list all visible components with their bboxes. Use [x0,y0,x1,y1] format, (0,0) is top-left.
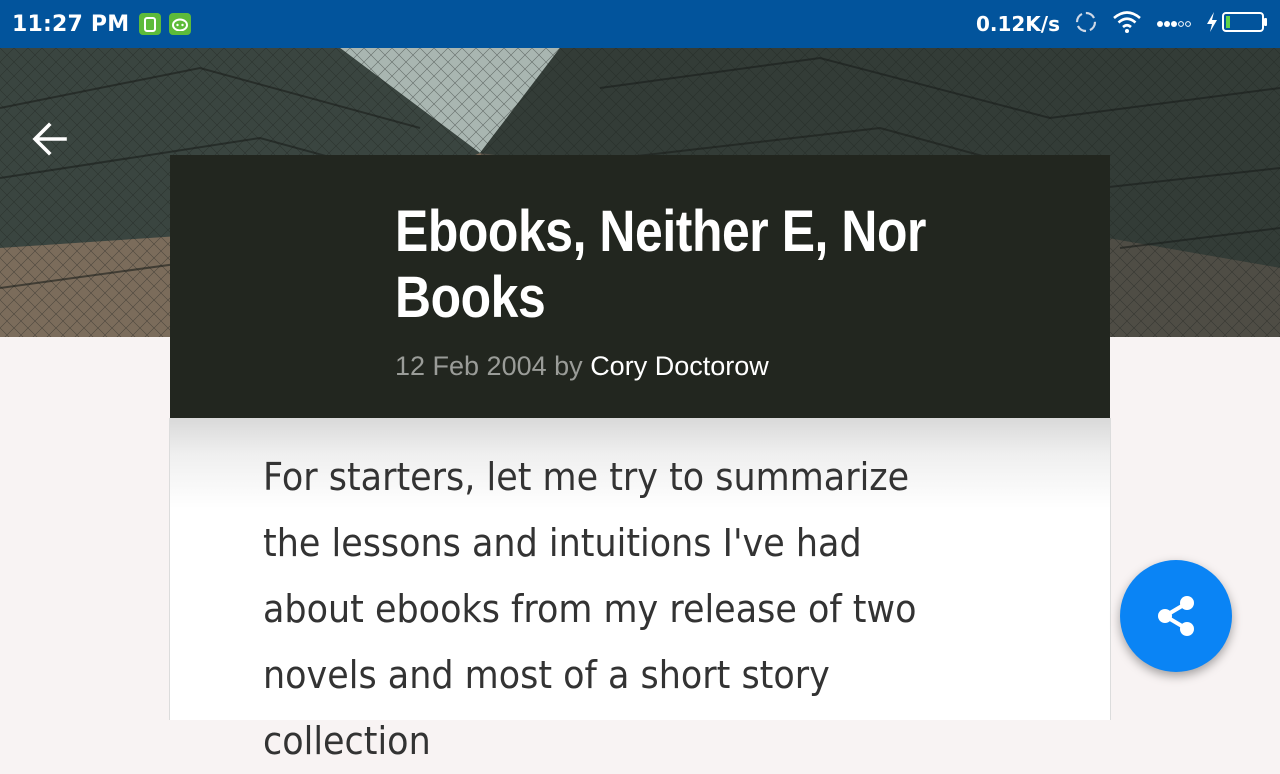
charging-icon [1206,11,1218,37]
network-speed: 0.12K/s [975,12,1060,36]
sim-notification-icon [139,13,162,35]
article-text: For starters, let me try to summarize th… [263,455,917,763]
author-link[interactable]: Cory Doctorow [590,351,769,381]
status-bar: 11:27 PM 0.12K/s [0,0,1280,48]
arrow-left-icon [32,122,67,156]
article-date: 12 Feb 2004 [395,351,547,381]
wifi-icon [1112,10,1142,38]
back-button[interactable] [32,122,80,166]
article-body: For starters, let me try to summarize th… [170,418,1110,763]
signal-icon [1156,15,1192,34]
sync-icon [1074,10,1098,38]
status-time: 11:27 PM [12,11,130,37]
article-byline: 12 Feb 2004 by Cory Doctorow [395,351,769,382]
byline-by: by [554,351,583,381]
share-button[interactable] [1120,560,1232,672]
share-icon [1158,596,1194,636]
android-notification-icon [169,13,192,35]
battery-icon [1222,11,1268,37]
article-header: Ebooks, Neither E, Nor Books 12 Feb 2004… [170,155,1110,418]
article-title: Ebooks, Neither E, Nor Books [395,199,927,330]
